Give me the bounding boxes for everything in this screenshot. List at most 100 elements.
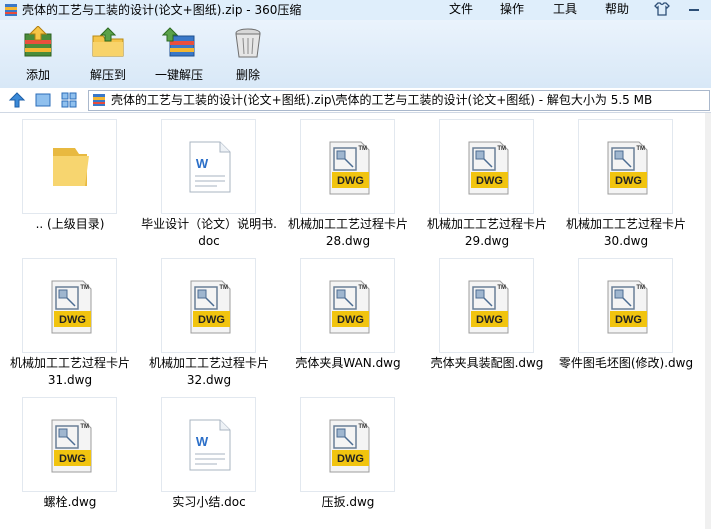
trademark-text: TM [636,285,645,291]
file-item[interactable]: TM DWG 壳体夹具装配图.dwg [417,252,557,392]
add-label: 添加 [25,68,50,82]
dwg-file-icon: TM DWG [468,141,509,195]
archive-icon [93,94,105,106]
address-bar[interactable]: 壳体的工艺与工装的设计(论文+图纸).zip\壳体的工艺与工装的设计(论文+图纸… [88,90,710,111]
one-click-extract-icon [162,27,195,57]
dwg-badge-text: DWG [337,175,364,187]
navigation-bar: 壳体的工艺与工装的设计(论文+图纸).zip\壳体的工艺与工装的设计(论文+图纸… [0,88,711,113]
minimize-icon[interactable] [681,0,707,18]
title-bar: 壳体的工艺与工装的设计(论文+图纸).zip - 360压缩 文件 操作 工具 … [0,0,711,20]
trademark-text: TM [80,285,89,291]
dwg-file-icon: TM DWG [51,280,92,334]
menu-file[interactable]: 文件 [449,1,473,17]
extract-to-label: 解压到 [89,68,126,82]
menu-operate[interactable]: 操作 [500,1,524,17]
grid-view-icon[interactable] [60,91,78,109]
skin-shirt-icon[interactable] [652,0,672,18]
trash-bin-icon [235,28,261,58]
file-name: 机械加工工艺过程卡片 31.dwg [9,356,130,387]
file-name: 机械加工工艺过程卡片 29.dwg [426,217,547,248]
file-thumbnail[interactable]: TM DWG [161,258,256,353]
dwg-badge-text: DWG [337,453,364,465]
file-item[interactable]: TM DWG 机械加工工艺过程卡片 30.dwg [556,113,696,253]
trademark-text: TM [497,285,506,291]
dwg-file-icon: TM DWG [607,141,648,195]
file-thumbnail[interactable]: TM DWG [578,119,673,214]
file-item[interactable]: TM DWG 机械加工工艺过程卡片 31.dwg [0,252,140,392]
file-name: 螺栓.dwg [43,495,97,509]
file-item[interactable]: TM DWG 壳体夹具WAN.dwg [278,252,418,392]
file-name: 壳体夹具WAN.dwg [295,356,401,370]
dwg-badge-text: DWG [59,453,86,465]
add-archive-icon [24,26,52,57]
extract-folder-icon [92,27,124,57]
up-arrow-icon[interactable] [8,91,26,109]
file-name: 压扳.dwg [321,495,375,509]
dwg-file-icon: TM DWG [190,280,231,334]
file-thumbnail[interactable] [22,119,117,214]
file-name: 壳体夹具装配图.dwg [430,356,544,370]
file-name: 机械加工工艺过程卡片 28.dwg [287,217,408,248]
file-name: 实习小结.doc [172,495,246,509]
app-logo-icon [5,4,17,16]
file-name: .. (上级目录) [35,217,105,231]
dwg-file-icon: TM DWG [607,280,648,334]
file-thumbnail[interactable]: TM DWG [300,119,395,214]
toolbar: 添加 解压到 一键解压 删除 [0,20,711,88]
dwg-badge-text: DWG [59,314,86,326]
delete-button[interactable]: 删除 [218,26,278,84]
word-letter-text: W [196,434,209,449]
dwg-file-icon: TM DWG [329,280,370,334]
large-icon-view-icon[interactable] [34,91,52,109]
address-path: 壳体的工艺与工装的设计(论文+图纸).zip\壳体的工艺与工装的设计(论文+图纸… [111,93,653,107]
dwg-file-icon: TM DWG [329,419,370,473]
file-item[interactable]: W 毕业设计（论文）说明书. doc [139,113,279,253]
word-doc-icon: W [189,419,231,471]
file-grid: .. (上级目录) W 毕业设计（论文）说明书. doc TM DWG 机械加工… [0,113,711,529]
dwg-file-icon: TM DWG [329,141,370,195]
file-thumbnail[interactable]: TM DWG [300,258,395,353]
menu-tools[interactable]: 工具 [553,1,577,17]
trademark-text: TM [358,424,367,430]
dwg-badge-text: DWG [476,175,503,187]
file-item[interactable]: TM DWG 零件图毛坯图(修改).dwg [556,252,696,392]
file-item[interactable]: TM DWG 机械加工工艺过程卡片 28.dwg [278,113,418,253]
dwg-file-icon: TM DWG [51,419,92,473]
file-thumbnail[interactable]: W [161,397,256,492]
file-thumbnail[interactable]: TM DWG [22,397,117,492]
dwg-file-icon: TM DWG [468,280,509,334]
extract-to-button[interactable]: 解压到 [78,26,138,84]
file-item[interactable]: TM DWG 压扳.dwg [278,391,418,531]
one-click-extract-button[interactable]: 一键解压 [148,26,210,84]
file-thumbnail[interactable]: TM DWG [300,397,395,492]
file-name: 毕业设计（论文）说明书. doc [141,217,277,248]
word-doc-icon: W [189,141,231,193]
trademark-text: TM [219,285,228,291]
file-thumbnail[interactable]: TM DWG [22,258,117,353]
dwg-badge-text: DWG [615,314,642,326]
file-thumbnail[interactable]: TM DWG [439,119,534,214]
file-item[interactable]: W 实习小结.doc [139,391,279,531]
menu-help[interactable]: 帮助 [605,1,629,17]
file-item[interactable]: TM DWG 螺栓.dwg [0,391,140,531]
trademark-text: TM [358,146,367,152]
file-item[interactable]: TM DWG 机械加工工艺过程卡片 32.dwg [139,252,279,392]
trademark-text: TM [636,146,645,152]
trademark-text: TM [80,424,89,430]
trademark-text: TM [358,285,367,291]
dwg-badge-text: DWG [476,314,503,326]
add-button[interactable]: 添加 [8,26,68,84]
scrollbar[interactable] [705,113,711,529]
word-letter-text: W [196,156,209,171]
dwg-badge-text: DWG [198,314,225,326]
file-thumbnail[interactable]: W [161,119,256,214]
file-name: 机械加工工艺过程卡片 32.dwg [148,356,269,387]
file-thumbnail[interactable]: TM DWG [439,258,534,353]
file-item[interactable]: .. (上级目录) [0,113,140,253]
window-title: 壳体的工艺与工装的设计(论文+图纸).zip - 360压缩 [22,3,302,17]
file-item[interactable]: TM DWG 机械加工工艺过程卡片 29.dwg [417,113,557,253]
one-click-extract-label: 一键解压 [154,68,203,82]
folder-icon [53,148,89,186]
file-name: 零件图毛坯图(修改).dwg [558,356,694,370]
file-thumbnail[interactable]: TM DWG [578,258,673,353]
